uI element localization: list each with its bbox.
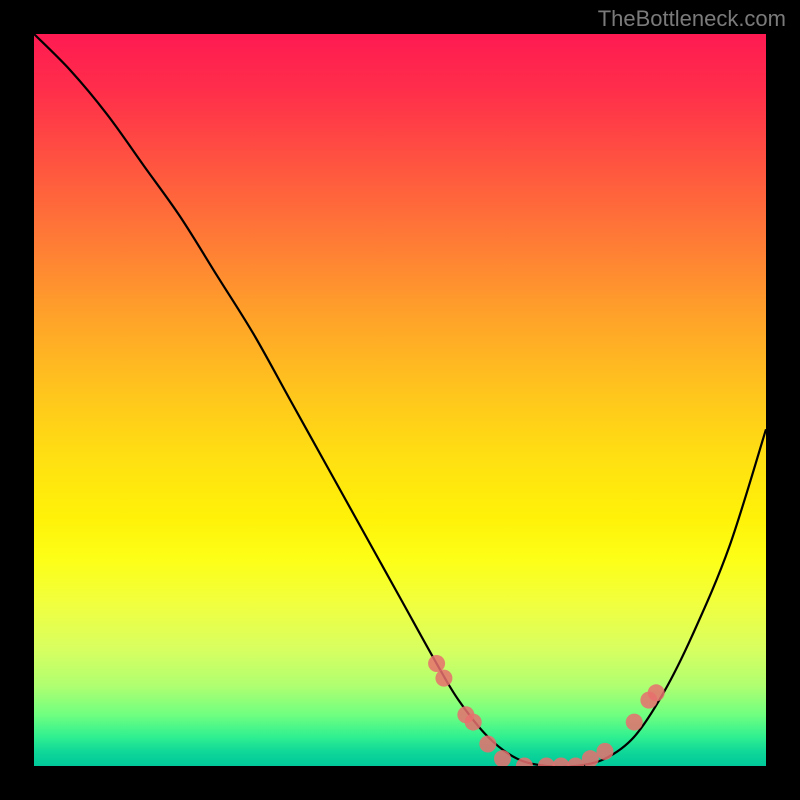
chart-plot-area: [34, 34, 766, 766]
curve-marker: [435, 670, 452, 687]
curve-marker: [479, 736, 496, 753]
curve-marker: [428, 655, 445, 672]
curve-marker: [648, 684, 665, 701]
curve-marker: [567, 758, 584, 767]
curve-marker: [626, 714, 643, 731]
curve-marker: [596, 743, 613, 760]
bottleneck-curve-path: [34, 34, 766, 766]
watermark-text: TheBottleneck.com: [598, 6, 786, 32]
curve-marker: [538, 758, 555, 767]
curve-marker: [582, 750, 599, 766]
curve-markers: [428, 655, 665, 766]
chart-svg: [34, 34, 766, 766]
curve-marker: [553, 758, 570, 767]
curve-marker: [465, 714, 482, 731]
